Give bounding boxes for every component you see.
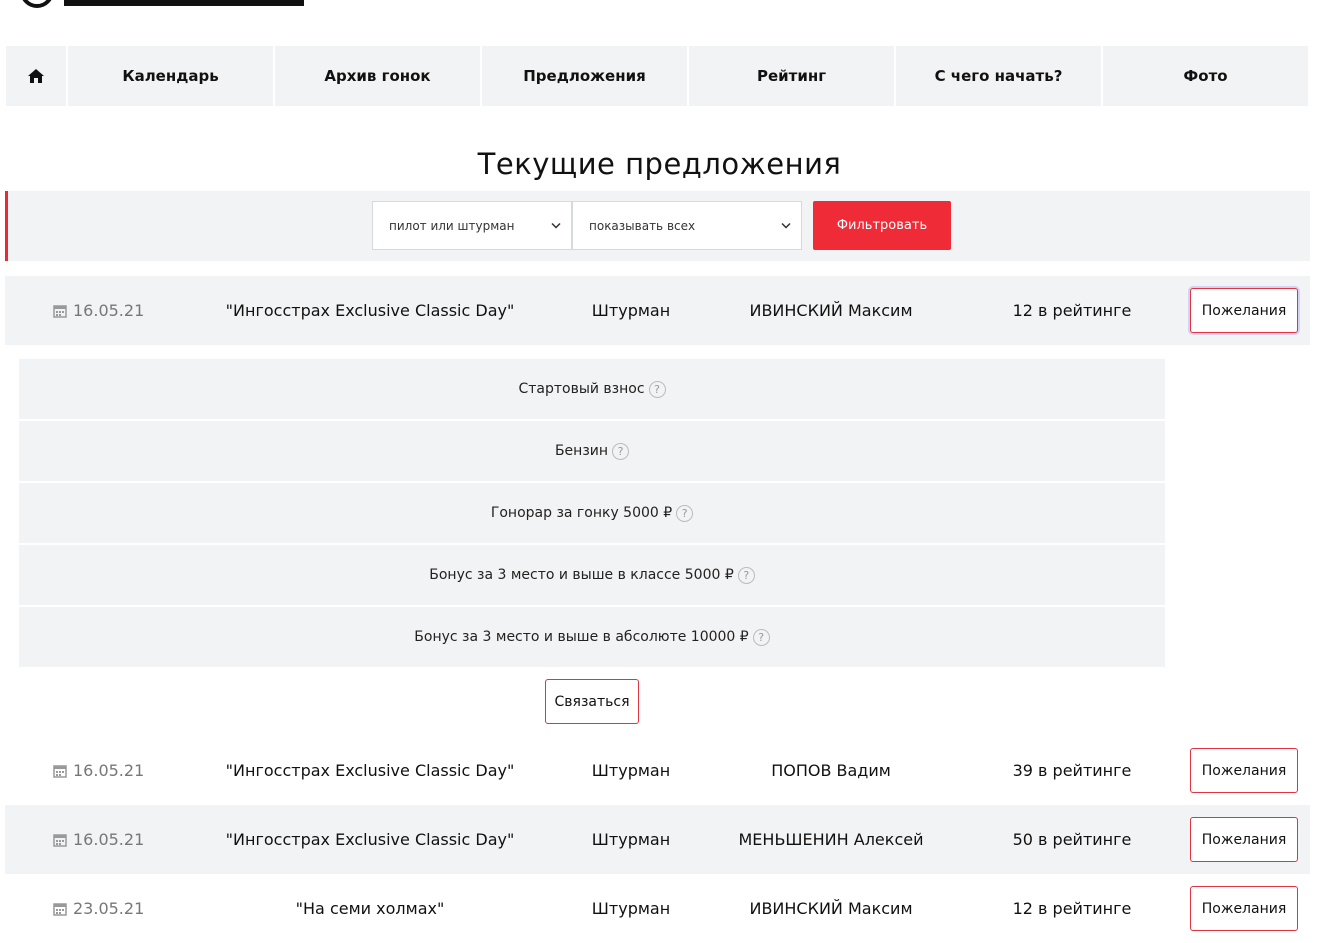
offer-row: 16.05.21 "Ингосстрах Exclusive Classic D… [5, 736, 1310, 805]
offer-role: Штурман [591, 761, 671, 780]
nav-photo[interactable]: Фото [1103, 46, 1308, 106]
offer-event: "Ингосстрах Exclusive Classic Day" [225, 301, 515, 320]
page-title: Текущие предложения [477, 147, 842, 182]
offer-date-text: 16.05.21 [73, 301, 145, 320]
offer-person: ПОПОВ Вадим [771, 761, 891, 780]
visibility-select[interactable]: показывать всех [572, 201, 802, 250]
detail-item: Бензин ? [19, 421, 1165, 481]
visibility-select-value: показывать всех [589, 218, 696, 233]
detail-label: Стартовый взнос [518, 381, 645, 397]
help-icon[interactable]: ? [676, 504, 694, 522]
detail-label: Бонус за 3 место и выше в классе 5000 ₽ [429, 567, 734, 583]
offer-date: 16.05.21 [53, 736, 144, 805]
offer-person: МЕНЬШЕНИН Алексей [738, 830, 924, 849]
chevron-down-icon [551, 220, 561, 231]
offer-date-text: 23.05.21 [73, 899, 145, 918]
offer-row: 16.05.21 "Ингосстрах Exclusive Classic D… [5, 805, 1310, 874]
help-icon[interactable]: ? [752, 628, 770, 646]
wishes-button[interactable]: Пожелания [1190, 886, 1298, 931]
offer-date-text: 16.05.21 [73, 761, 145, 780]
role-select-value: пилот или штурман [389, 218, 515, 233]
main-nav: Календарь Архив гонок Предложения Рейтин… [6, 46, 1310, 106]
offer-rating: 39 в рейтинге [1012, 761, 1132, 780]
brand-logo[interactable] [20, 0, 310, 8]
offer-rating: 12 в рейтинге [1012, 899, 1132, 918]
detail-label: Бензин [554, 443, 609, 459]
filter-button[interactable]: Фильтровать [813, 201, 951, 250]
nav-getting-started[interactable]: С чего начать? [896, 46, 1101, 106]
calendar-icon [53, 764, 67, 778]
help-icon[interactable]: ? [612, 442, 630, 460]
wishes-button[interactable]: Пожелания [1190, 748, 1298, 793]
filter-bar: пилот или штурман показывать всех Фильтр… [5, 191, 1310, 261]
offer-event: "На семи холмах" [295, 899, 445, 918]
offer-date-text: 16.05.21 [73, 830, 145, 849]
offer-row: 16.05.21 "Ингосстрах Exclusive Classic D… [5, 276, 1310, 345]
offer-date: 16.05.21 [53, 805, 144, 874]
nav-offers[interactable]: Предложения [482, 46, 687, 106]
chevron-down-icon [781, 220, 791, 231]
offer-row: 23.05.21 "На семи холмах" Штурман ИВИНСК… [5, 874, 1310, 943]
wishes-button[interactable]: Пожелания [1190, 817, 1298, 862]
offer-role: Штурман [591, 899, 671, 918]
nav-race-archive[interactable]: Архив гонок [275, 46, 480, 106]
role-select[interactable]: пилот или штурман [372, 201, 572, 250]
offer-person: ИВИНСКИЙ Максим [749, 301, 913, 320]
help-icon[interactable]: ? [648, 380, 666, 398]
detail-label: Бонус за 3 место и выше в абсолюте 10000… [414, 629, 749, 645]
offer-rating: 12 в рейтинге [1012, 301, 1132, 320]
help-icon[interactable]: ? [737, 566, 755, 584]
detail-item: Бонус за 3 место и выше в абсолюте 10000… [19, 607, 1165, 667]
offer-date: 23.05.21 [53, 874, 144, 943]
offer-event: "Ингосстрах Exclusive Classic Day" [225, 830, 515, 849]
nav-rating[interactable]: Рейтинг [689, 46, 894, 106]
offer-event: "Ингосстрах Exclusive Classic Day" [225, 761, 515, 780]
nav-home[interactable] [6, 46, 66, 106]
detail-label: Гонорар за гонку 5000 ₽ [490, 505, 673, 521]
detail-item: Стартовый взнос ? [19, 359, 1165, 419]
logo-mark [22, 0, 304, 8]
calendar-icon [53, 902, 67, 916]
home-icon [28, 69, 44, 83]
wishes-button[interactable]: Пожелания [1190, 288, 1298, 333]
detail-item: Бонус за 3 место и выше в классе 5000 ₽ … [19, 545, 1165, 605]
offer-rating: 50 в рейтинге [1012, 830, 1132, 849]
offer-details: Стартовый взнос ? Бензин ? Гонорар за го… [19, 359, 1165, 669]
contact-button[interactable]: Связаться [545, 679, 639, 724]
detail-item: Гонорар за гонку 5000 ₽ ? [19, 483, 1165, 543]
calendar-icon [53, 304, 67, 318]
offer-date: 16.05.21 [53, 276, 144, 345]
calendar-icon [53, 833, 67, 847]
offer-role: Штурман [591, 830, 671, 849]
nav-calendar[interactable]: Календарь [68, 46, 273, 106]
offer-person: ИВИНСКИЙ Максим [749, 899, 913, 918]
offer-role: Штурман [591, 301, 671, 320]
